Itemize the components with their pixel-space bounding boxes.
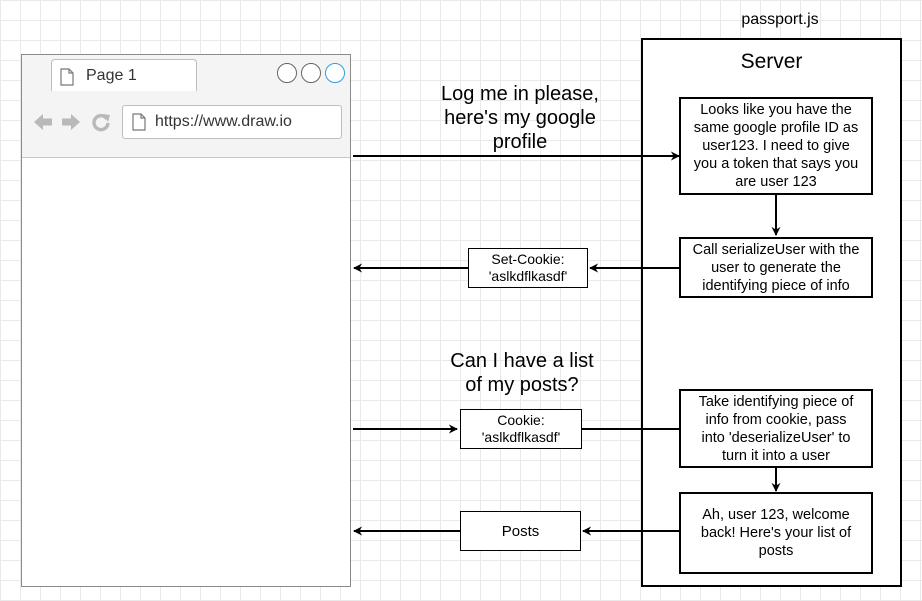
- posts-request-text: Can I have a list of my posts?: [450, 350, 594, 396]
- login-request-text: Log me in please, here's my google profi…: [441, 83, 599, 153]
- set-cookie-box: Set-Cookie: 'aslkdflkasdf': [468, 248, 588, 288]
- posts-box: Posts: [460, 511, 581, 551]
- step2-box: Call serializeUser with the user to gene…: [679, 237, 873, 298]
- step4-box: Ah, user 123, welcome back! Here's your …: [679, 492, 873, 574]
- step1-box: Looks like you have the same google prof…: [679, 97, 873, 195]
- cookie-box: Cookie: 'aslkdflkasdf': [460, 409, 582, 449]
- step3-box: Take identifying piece of info from cook…: [679, 389, 873, 468]
